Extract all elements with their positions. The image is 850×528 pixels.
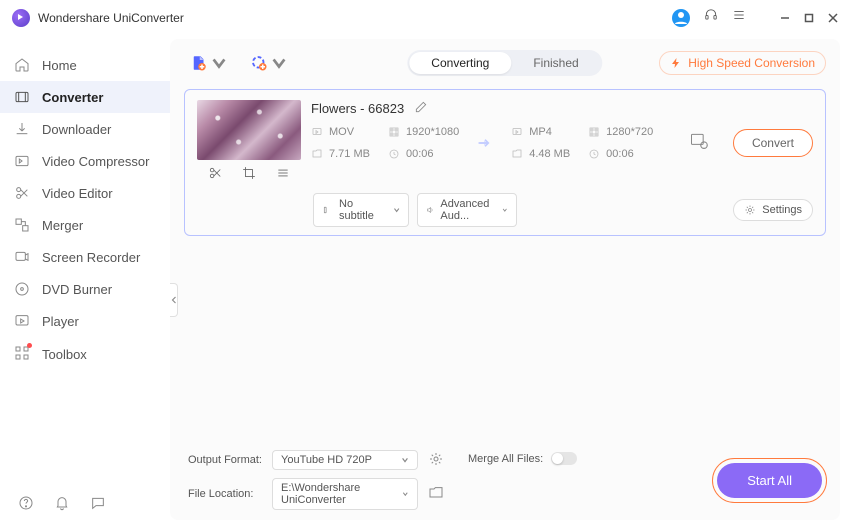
high-speed-label: High Speed Conversion: [688, 56, 815, 70]
crop-icon[interactable]: [242, 166, 256, 185]
sidebar-item-dvd[interactable]: DVD Burner: [0, 273, 170, 305]
output-format-select[interactable]: YouTube HD 720P: [272, 450, 418, 470]
sidebar-item-downloader[interactable]: Downloader: [0, 113, 170, 145]
sidebar-item-toolbox[interactable]: Toolbox: [0, 337, 170, 372]
tab-converting[interactable]: Converting: [409, 52, 511, 74]
source-meta: MOV 1920*1080 7.71 MB 00:06: [311, 123, 459, 163]
sidebar-item-label: Downloader: [42, 122, 111, 137]
sidebar-item-player[interactable]: Player: [0, 305, 170, 337]
subtitle-select[interactable]: No subtitle: [313, 193, 409, 227]
sidebar-item-label: Toolbox: [42, 347, 87, 362]
sidebar-item-recorder[interactable]: Screen Recorder: [0, 241, 170, 273]
feedback-icon[interactable]: [90, 495, 106, 516]
sidebar-item-converter[interactable]: Converter: [0, 81, 170, 113]
maximize-button[interactable]: [804, 13, 814, 23]
sidebar-item-label: Player: [42, 314, 79, 329]
sidebar-item-compressor[interactable]: Video Compressor: [0, 145, 170, 177]
main-panel: Converting Finished High Speed Conversio…: [170, 39, 840, 520]
merge-toggle[interactable]: [551, 452, 577, 465]
sidebar-item-label: Screen Recorder: [42, 250, 140, 265]
file-location-select[interactable]: E:\Wondershare UniConverter: [272, 478, 418, 510]
sidebar-item-label: DVD Burner: [42, 282, 112, 297]
video-thumbnail[interactable]: [197, 100, 301, 160]
help-icon[interactable]: [18, 495, 34, 516]
headset-icon[interactable]: [704, 8, 718, 27]
app-title: Wondershare UniConverter: [38, 11, 184, 25]
close-button[interactable]: [828, 13, 838, 23]
sidebar-item-label: Video Compressor: [42, 154, 149, 169]
file-card: Flowers - 66823 MOV 1920*1080 7.71 MB 00…: [184, 89, 826, 236]
output-settings-icon[interactable]: [689, 131, 709, 156]
collapse-sidebar-button[interactable]: [170, 283, 178, 317]
sidebar-item-editor[interactable]: Video Editor: [0, 177, 170, 209]
file-name: Flowers - 66823: [311, 101, 404, 116]
merge-label: Merge All Files:: [468, 453, 543, 465]
target-meta: MP4 1280*720 4.48 MB 00:06: [511, 123, 653, 163]
add-folder-button[interactable]: [250, 54, 288, 72]
sidebar-item-merger[interactable]: Merger: [0, 209, 170, 241]
titlebar: Wondershare UniConverter: [0, 0, 850, 35]
footer: Output Format: YouTube HD 720P File Loca…: [184, 442, 826, 510]
output-format-label: Output Format:: [188, 454, 262, 466]
high-speed-toggle[interactable]: High Speed Conversion: [659, 51, 826, 75]
app-logo: [12, 9, 30, 27]
trim-icon[interactable]: [208, 166, 222, 185]
sidebar-item-label: Home: [42, 58, 77, 73]
minimize-button[interactable]: [780, 13, 790, 23]
edit-name-icon[interactable]: [414, 100, 428, 117]
open-folder-icon[interactable]: [428, 485, 444, 504]
convert-button[interactable]: Convert: [733, 129, 813, 157]
tab-switch: Converting Finished: [407, 50, 602, 76]
tab-finished[interactable]: Finished: [511, 52, 600, 74]
sidebar-item-home[interactable]: Home: [0, 49, 170, 81]
menu-icon[interactable]: [732, 8, 746, 27]
settings-button[interactable]: Settings: [733, 199, 813, 221]
format-settings-icon[interactable]: [428, 451, 444, 470]
sidebar-item-label: Converter: [42, 90, 103, 105]
sidebar: Home Converter Downloader Video Compress…: [0, 35, 170, 528]
audio-select[interactable]: Advanced Aud...: [417, 193, 517, 227]
more-icon[interactable]: [276, 166, 290, 185]
sidebar-item-label: Video Editor: [42, 186, 113, 201]
add-file-button[interactable]: [190, 54, 228, 72]
file-location-label: File Location:: [188, 488, 262, 500]
user-avatar[interactable]: [672, 9, 690, 27]
sidebar-item-label: Merger: [42, 218, 83, 233]
start-all-button[interactable]: Start All: [717, 463, 822, 498]
arrow-icon: [475, 133, 495, 153]
bell-icon[interactable]: [54, 495, 70, 516]
